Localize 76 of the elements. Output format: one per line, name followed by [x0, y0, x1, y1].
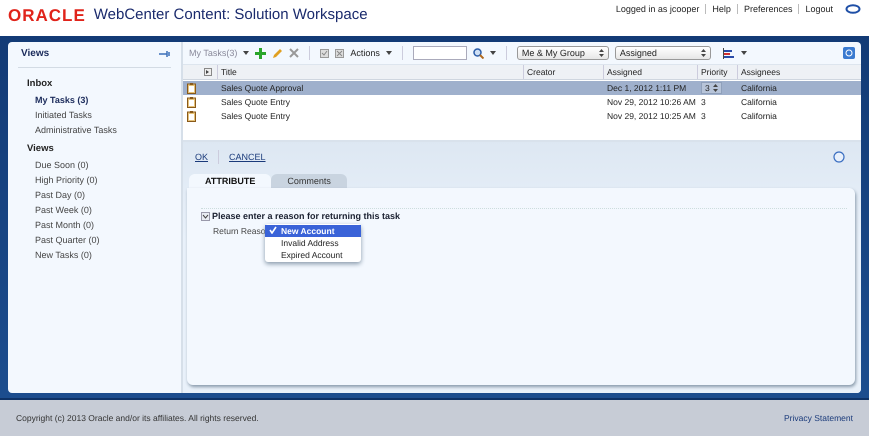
- column-header[interactable]: Priority: [697, 65, 737, 79]
- menu-option[interactable]: New Account: [265, 225, 361, 237]
- section-title: Inbox: [27, 78, 54, 89]
- clear-icon[interactable]: [335, 48, 344, 58]
- caret-icon: [386, 51, 392, 55]
- add-icon[interactable]: [255, 48, 266, 58]
- caret-icon: [490, 51, 496, 55]
- table-cell-text: 3: [700, 111, 707, 121]
- field-label: Return Reaso: [213, 226, 266, 238]
- column-header[interactable]: Assignees: [737, 65, 861, 79]
- view-item[interactable]: Past Week (0): [35, 205, 171, 215]
- column-header[interactable]: Creator: [523, 65, 603, 79]
- view-item[interactable]: Past Quarter (0): [35, 235, 171, 245]
- section-title: Views: [27, 143, 55, 154]
- action-link[interactable]: OK: [195, 152, 208, 162]
- table-cell-text: California: [740, 97, 778, 107]
- menu-option[interactable]: Expired Account: [265, 249, 361, 261]
- view-item[interactable]: Past Day (0): [35, 190, 171, 200]
- table-cell-text: Nov 29, 2012 10:25 AM: [606, 111, 697, 121]
- ring-logo-icon: [845, 4, 861, 14]
- section-title: Please enter a reason for returning this task: [212, 211, 400, 221]
- view-item[interactable]: Due Soon (0): [35, 160, 171, 170]
- caret-icon: [243, 51, 250, 55]
- action-link[interactable]: CANCEL: [229, 152, 266, 162]
- table-cell-text: California: [740, 111, 778, 121]
- checkbox-icon[interactable]: [320, 48, 330, 58]
- refresh-icon[interactable]: [843, 47, 855, 59]
- status-circle-icon: [833, 151, 845, 163]
- clipboard-icon: [187, 110, 196, 122]
- tab[interactable]: ATTRIBUTE: [189, 174, 272, 188]
- view-item[interactable]: Past Month (0): [35, 220, 171, 230]
- view-item[interactable]: Administrative Tasks: [35, 125, 171, 135]
- search-field[interactable]: [412, 46, 467, 60]
- user-label: Logged in as jcooper: [614, 4, 700, 14]
- table-cell-text: Nov 29, 2012 10:26 AM: [606, 97, 697, 107]
- column-header[interactable]: Title: [217, 65, 523, 79]
- up-down-arrows-icon: [712, 84, 718, 92]
- delete-icon[interactable]: [289, 48, 300, 58]
- up-down-arrows-icon: [700, 49, 706, 57]
- oracle-logo: ORACLE: [8, 6, 86, 26]
- table-cell-text: Sales Quote Entry: [220, 97, 291, 107]
- column-toggle-icon[interactable]: [204, 68, 212, 76]
- clipboard-icon: [187, 82, 196, 94]
- header-link[interactable]: Logout: [798, 4, 839, 14]
- actions-menu[interactable]: Actions: [350, 48, 380, 58]
- filter-select[interactable]: Assigned: [614, 46, 711, 60]
- menu-option[interactable]: Invalid Address: [265, 237, 361, 249]
- view-item[interactable]: My Tasks (3): [35, 95, 171, 105]
- task-row[interactable]: Sales Quote Approval Dec 1, 2012 1:11 PM 3 California: [183, 81, 861, 95]
- view-item[interactable]: New Tasks (0): [35, 250, 171, 260]
- table-cell-text: 3: [700, 97, 707, 107]
- table-cell-text: California: [740, 83, 778, 93]
- column-header[interactable]: Assigned: [603, 65, 697, 79]
- table-cell-text: Sales Quote Entry: [220, 111, 291, 121]
- tab[interactable]: Comments: [271, 174, 347, 188]
- clipboard-icon: [187, 96, 196, 108]
- chart-icon[interactable]: [722, 48, 735, 58]
- task-row[interactable]: Sales Quote Entry Nov 29, 2012 10:25 AM 3 California: [183, 109, 861, 123]
- search-icon[interactable]: [472, 48, 484, 58]
- view-item[interactable]: High Priority (0): [35, 175, 171, 185]
- privacy-link[interactable]: Privacy Statement: [784, 413, 853, 423]
- pin-icon[interactable]: [159, 50, 171, 58]
- priority-spinner[interactable]: 3: [701, 82, 722, 94]
- table-cell-text: Sales Quote Approval: [220, 83, 304, 93]
- header-link[interactable]: Preferences: [736, 4, 798, 14]
- view-item[interactable]: Initiated Tasks: [35, 110, 171, 120]
- caret-icon: [740, 51, 747, 55]
- copyright-text: Copyright (c) 2013 Oracle and/or its affiliates. All rights reserved.: [16, 413, 259, 423]
- header-link[interactable]: Help: [705, 4, 737, 14]
- table-cell-text: Dec 1, 2012 1:11 PM: [606, 83, 688, 93]
- task-row[interactable]: Sales Quote Entry Nov 29, 2012 10:26 AM 3 California: [183, 95, 861, 109]
- app-title: WebCenter Content: Solution Workspace: [94, 6, 368, 23]
- up-down-arrows-icon: [598, 49, 604, 57]
- filter-select[interactable]: Me & My Group: [516, 46, 609, 60]
- panel-title: Views: [21, 48, 50, 59]
- collapse-icon[interactable]: [201, 212, 210, 220]
